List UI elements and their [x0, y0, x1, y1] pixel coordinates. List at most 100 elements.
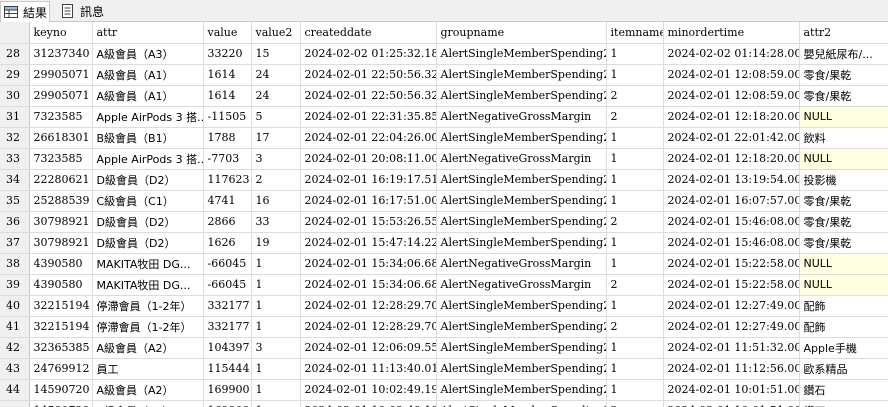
cell-minordertime[interactable]: 2024-02-01 15:46:08.000 — [663, 232, 800, 254]
cell-itemname[interactable]: 1 — [606, 232, 664, 254]
cell-attr2[interactable]: NULL — [799, 148, 888, 170]
cell-value2[interactable]: 1 — [251, 295, 301, 317]
cell-value2[interactable]: 19 — [251, 232, 301, 254]
table-row[interactable]: 33 7323585 Apple AirPods 3 搭... -7703 3 2024-… — [0, 148, 888, 170]
cell-value[interactable]: 2866 — [203, 211, 252, 233]
cell-attr2[interactable]: NULL — [799, 274, 888, 296]
cell-minordertime[interactable]: 2024-02-01 15:22:58.000 — [663, 274, 800, 296]
cell-minordertime[interactable]: 2024-02-01 15:46:08.000 — [663, 211, 800, 233]
cell-value[interactable]: 117623 — [203, 169, 252, 191]
cell-createddate[interactable]: 2024-02-02 01:25:32.180 — [300, 43, 437, 65]
cell-itemname[interactable]: 1 — [606, 358, 664, 380]
cell-attr[interactable]: 停滯會員（1-2年） — [92, 316, 204, 338]
cell-value[interactable]: 332177 — [203, 295, 252, 317]
table-row[interactable]: 41 32215194 停滯會員（1-2年） 332177 1 2024-02-01 12… — [0, 316, 888, 338]
cell-attr[interactable]: MAKITA牧田 DG... — [92, 274, 204, 296]
cell-itemname[interactable]: 1 — [606, 43, 664, 65]
cell-attr[interactable]: Apple AirPods 3 搭... — [92, 106, 204, 128]
cell-createddate[interactable]: 2024-02-01 22:50:56.327 — [300, 85, 437, 107]
cell-groupname[interactable]: AlertSingleMemberSpending24H — [436, 295, 607, 317]
cell-attr2[interactable]: 零食/果乾 — [799, 64, 888, 86]
column-header-itemname[interactable]: itemname — [606, 22, 664, 44]
row-number[interactable]: 34 — [0, 169, 30, 191]
cell-createddate[interactable]: 2024-02-01 15:34:06.680 — [300, 274, 437, 296]
cell-keyno[interactable]: 14590720 — [29, 379, 93, 401]
cell-attr2[interactable]: 鑽石 — [799, 400, 888, 407]
cell-groupname[interactable]: AlertSingleMemberSpending24H — [436, 190, 607, 212]
cell-attr2[interactable]: 零食/果乾 — [799, 85, 888, 107]
cell-createddate[interactable]: 2024-02-01 10:02:49.197 — [300, 379, 437, 401]
cell-keyno[interactable]: 32215194 — [29, 316, 93, 338]
cell-keyno[interactable]: 32215194 — [29, 295, 93, 317]
cell-itemname[interactable]: 2 — [606, 211, 664, 233]
cell-attr[interactable]: 員工 — [92, 358, 204, 380]
table-row[interactable]: 28 31237340 A級會員（A3） 33220 15 2024-02-02 01:2… — [0, 43, 888, 65]
cell-attr[interactable]: Apple AirPods 3 搭... — [92, 148, 204, 170]
cell-value2[interactable]: 33 — [251, 211, 301, 233]
cell-minordertime[interactable]: 2024-02-01 12:18:20.000 — [663, 106, 800, 128]
table-row[interactable]: 14590720A級會員（A2）16990012024-02-01 10:02:… — [0, 400, 888, 407]
cell-attr2[interactable]: 配飾 — [799, 295, 888, 317]
row-number[interactable]: 43 — [0, 358, 30, 380]
column-header-value2[interactable]: value2 — [251, 22, 301, 44]
cell-keyno[interactable]: 30798921 — [29, 232, 93, 254]
cell-groupname[interactable]: AlertSingleMemberSpending24H — [436, 232, 607, 254]
row-number[interactable]: 39 — [0, 274, 30, 296]
cell-minordertime[interactable]: 2024-02-01 16:07:57.000 — [663, 190, 800, 212]
cell-minordertime[interactable]: 2024-02-01 11:12:56.000 — [663, 358, 800, 380]
cell-itemname[interactable]: 2 — [606, 400, 664, 407]
column-header-keyno[interactable]: keyno — [29, 22, 93, 44]
cell-keyno[interactable]: 25288539 — [29, 190, 93, 212]
row-number[interactable]: 40 — [0, 295, 30, 317]
cell-attr[interactable]: 停滯會員（1-2年） — [92, 295, 204, 317]
cell-itemname[interactable]: 1 — [606, 127, 664, 149]
cell-value[interactable]: -66045 — [203, 253, 252, 275]
results-grid[interactable]: keyno attr value value2 createddate groupname… — [0, 22, 888, 407]
cell-attr2[interactable]: 鑽石 — [799, 379, 888, 401]
cell-value2[interactable]: 1 — [251, 274, 301, 296]
column-header-createddate[interactable]: createddate — [300, 22, 437, 44]
cell-itemname[interactable]: 1 — [606, 295, 664, 317]
cell-value2[interactable]: 1 — [251, 400, 301, 407]
row-number[interactable]: 32 — [0, 127, 30, 149]
cell-attr[interactable]: D級會員（D2） — [92, 211, 204, 233]
table-row[interactable]: 40 32215194 停滯會員（1-2年） 332177 1 2024-02-01 12… — [0, 295, 888, 317]
row-number[interactable]: 30 — [0, 85, 30, 107]
cell-createddate[interactable]: 2024-02-01 15:47:14.223 — [300, 232, 437, 254]
table-row[interactable]: 39 4390580 MAKITA牧田 DG... -66045 1 2024-02-01… — [0, 274, 888, 296]
cell-itemname[interactable]: 1 — [606, 379, 664, 401]
cell-minordertime[interactable]: 2024-02-01 12:18:20.000 — [663, 148, 800, 170]
cell-attr2[interactable]: 零食/果乾 — [799, 211, 888, 233]
cell-createddate[interactable]: 2024-02-01 22:50:56.327 — [300, 64, 437, 86]
cell-groupname[interactable]: AlertSingleMemberSpending24H — [436, 211, 607, 233]
cell-value2[interactable]: 24 — [251, 85, 301, 107]
cell-createddate[interactable]: 2024-02-01 15:34:06.680 — [300, 253, 437, 275]
cell-createddate[interactable]: 2024-02-01 16:19:17.517 — [300, 169, 437, 191]
cell-value[interactable]: 33220 — [203, 43, 252, 65]
cell-minordertime[interactable]: 2024-02-01 13:19:54.000 — [663, 169, 800, 191]
cell-value[interactable]: -11505 — [203, 106, 252, 128]
column-header-minordertime[interactable]: minordertime — [663, 22, 800, 44]
cell-value2[interactable]: 1 — [251, 316, 301, 338]
cell-attr2[interactable]: 零食/果乾 — [799, 232, 888, 254]
cell-itemname[interactable]: 1 — [606, 148, 664, 170]
cell-value[interactable]: -66045 — [203, 274, 252, 296]
table-row[interactable]: 43 24769912 員工 115444 1 2024-02-01 11:13:40.0… — [0, 358, 888, 380]
cell-value[interactable]: -7703 — [203, 148, 252, 170]
cell-attr[interactable]: A級會員（A3） — [92, 43, 204, 65]
cell-value[interactable]: 1614 — [203, 85, 252, 107]
cell-attr[interactable]: A級會員（A2） — [92, 379, 204, 401]
cell-value[interactable]: 1626 — [203, 232, 252, 254]
cell-value[interactable]: 115444 — [203, 358, 252, 380]
cell-minordertime[interactable]: 2024-02-01 10:01:51.000 — [663, 400, 800, 407]
cell-attr2[interactable]: 歐系精品 — [799, 358, 888, 380]
cell-createddate[interactable]: 2024-02-01 20:08:11.000 — [300, 148, 437, 170]
cell-keyno[interactable]: 32365385 — [29, 337, 93, 359]
cell-keyno[interactable]: 29905071 — [29, 64, 93, 86]
cell-value[interactable]: 169900 — [203, 379, 252, 401]
cell-createddate[interactable]: 2024-02-01 15:53:26.553 — [300, 211, 437, 233]
table-row[interactable]: 32 26618301 B級會員（B1） 1788 17 2024-02-01 22:04… — [0, 127, 888, 149]
cell-keyno[interactable]: 7323585 — [29, 106, 93, 128]
cell-attr2[interactable]: 投影機 — [799, 169, 888, 191]
cell-keyno[interactable]: 7323585 — [29, 148, 93, 170]
